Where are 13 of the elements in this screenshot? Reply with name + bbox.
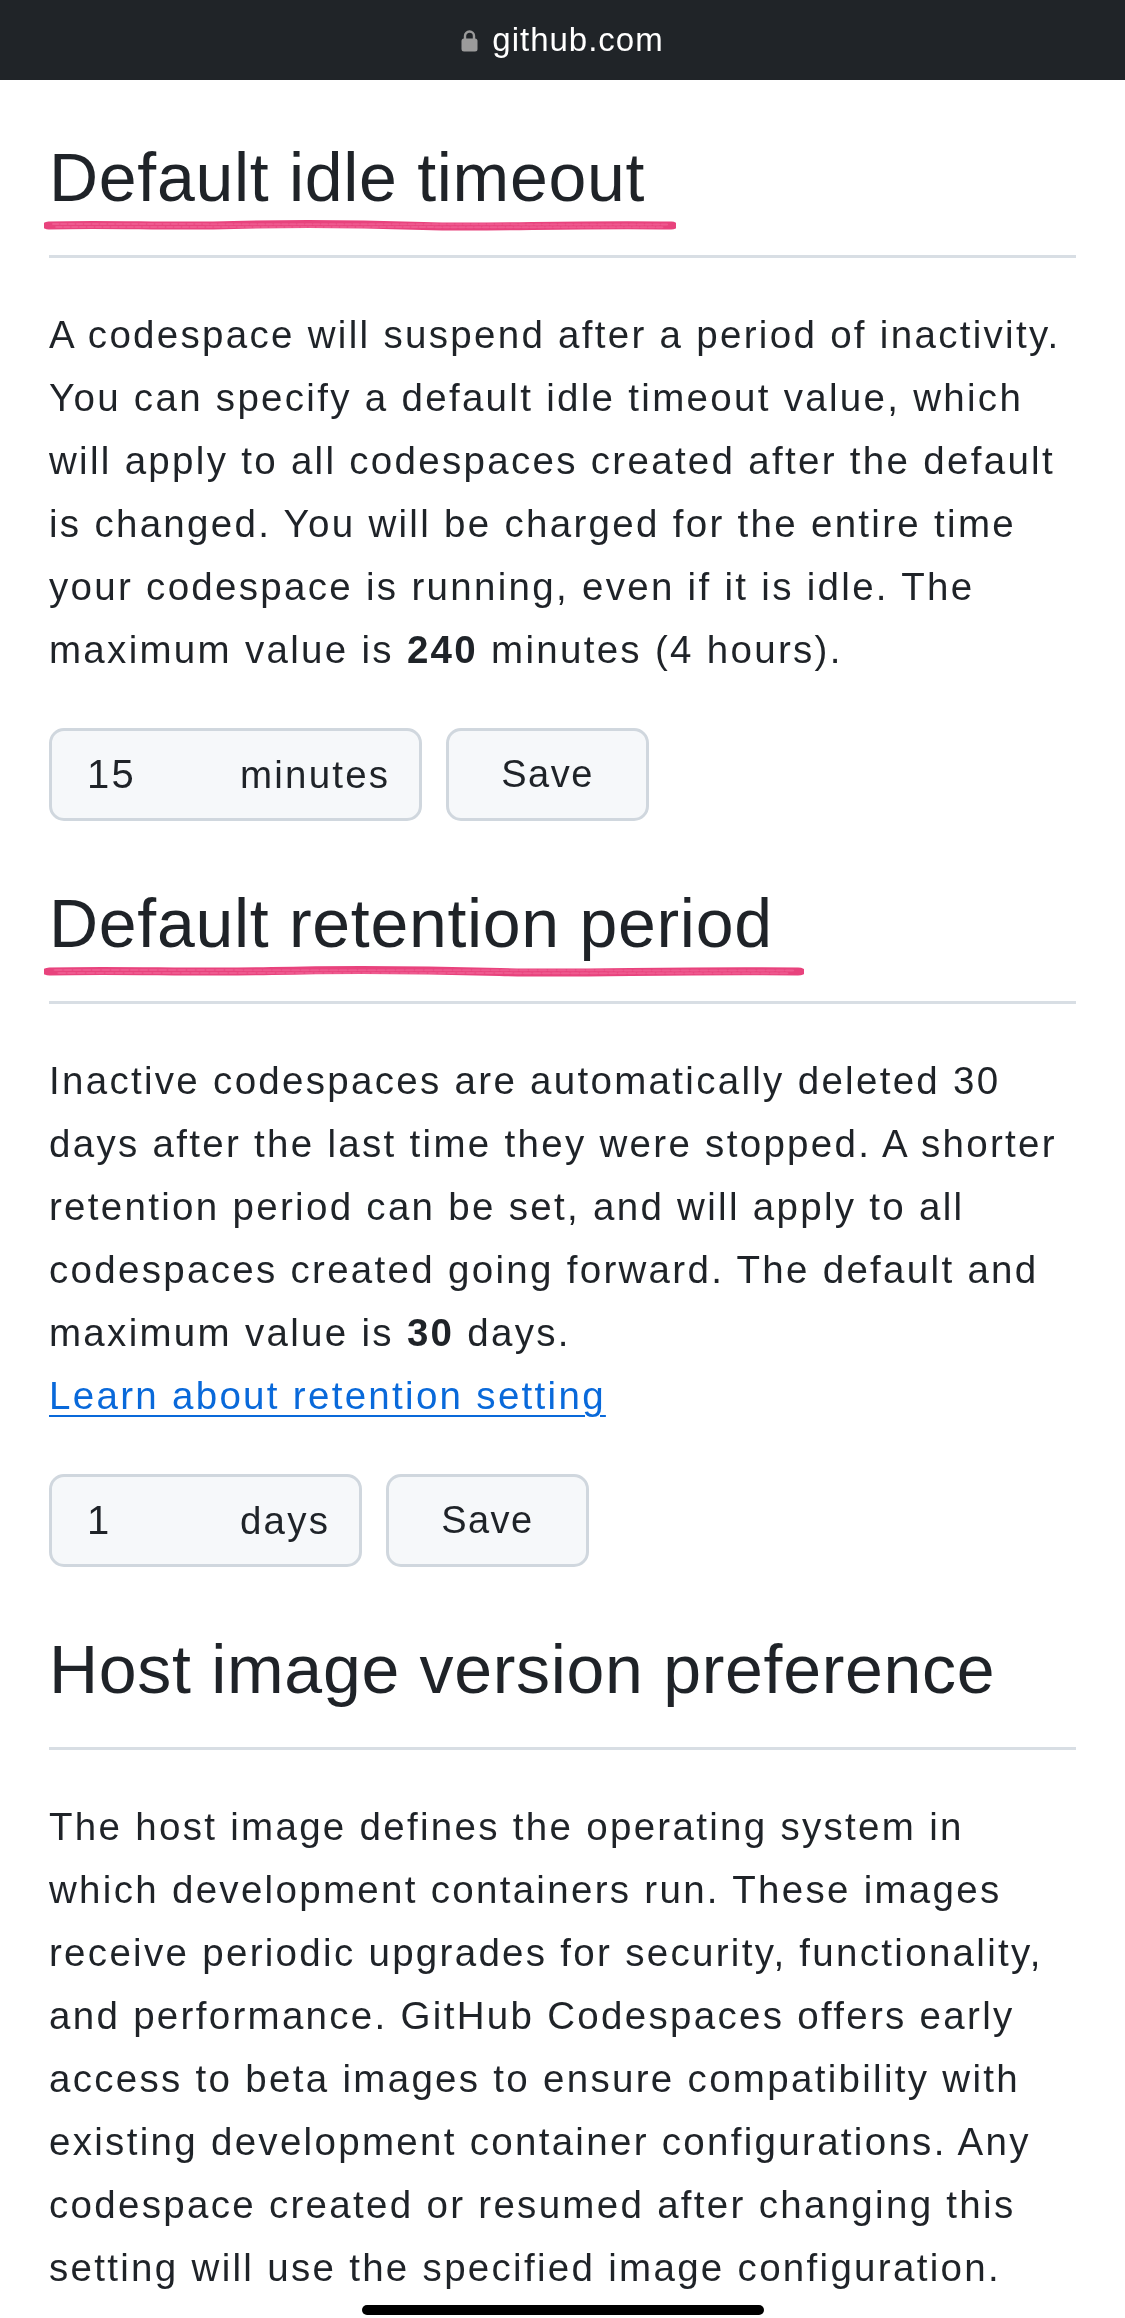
description-text: A codespace will suspend after a period of inactivity. You can specify a default idle timeout value, which will apply to all codespaces created after the default is changed. You will be charged for the entire time your codespace is running, even if it is idle. The maximum value is 240 minutes (4 hours). <box>49 312 1062 673</box>
domain-label: github.com <box>492 20 664 60</box>
save-button[interactable]: Save <box>446 728 649 821</box>
description-text: Inactive codespaces are automatically deleted 30 days after the last time they were stopped. A shorter retention period can be set, and will apply to all codespaces created going forward. The default and maximum value is 30 days. Learn about retention setting <box>49 1058 1058 1419</box>
number-field[interactable]: 15 minutes <box>49 728 423 821</box>
lock-icon <box>461 28 479 52</box>
section-heading: Host image version preference <box>49 1630 996 1709</box>
number-field[interactable]: 1 days <box>49 1474 363 1567</box>
learn-more-link[interactable]: Learn about retention setting <box>49 1374 606 1417</box>
description-text: The host image defines the operating system in which development containers run. These images receive periodic upgrades for security, functionality, and performance. GitHub Codespaces offers early access to beta images to ensure compatibility with existing development container configurations. Any codespace created or resumed after changing this setting will use the specified image configuration. <box>49 1804 1044 2291</box>
section-heading: Default idle timeout <box>49 138 646 217</box>
save-button[interactable]: Save <box>386 1474 589 1567</box>
section-heading: Default retention period <box>49 884 773 963</box>
